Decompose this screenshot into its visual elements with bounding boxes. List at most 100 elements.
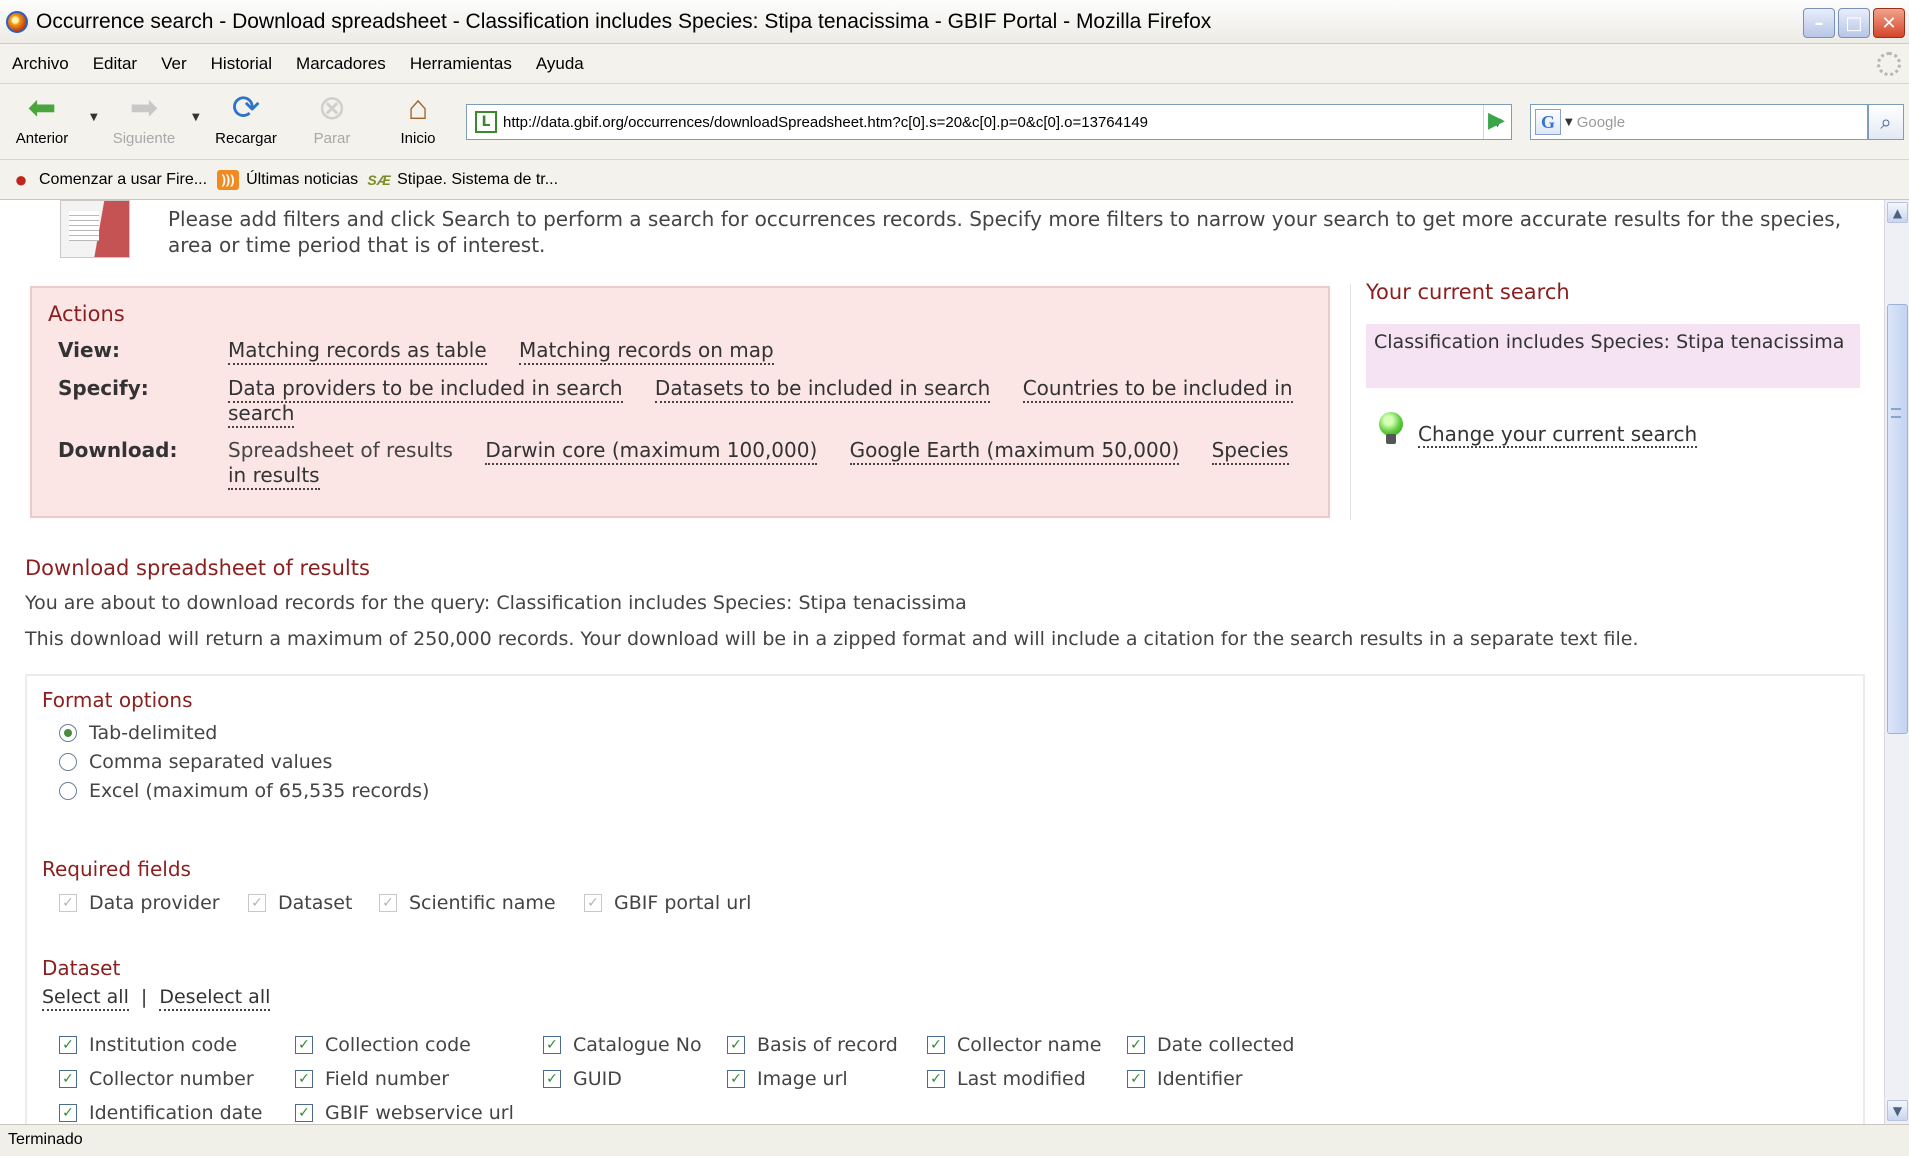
maximize-button[interactable]: □ (1838, 8, 1870, 38)
download-info-text: This download will return a maximum of 2… (25, 628, 1639, 650)
close-button[interactable]: ✕ (1873, 8, 1905, 38)
checkbox-checked[interactable]: ✓ (1127, 1070, 1145, 1088)
checkbox-checked[interactable]: ✓ (927, 1036, 945, 1054)
checkbox-checked[interactable]: ✓ (727, 1070, 745, 1088)
search-placeholder[interactable]: Google (1577, 114, 1625, 131)
download-query-text: You are about to download records for th… (25, 592, 967, 614)
menu-ver[interactable]: Ver (161, 54, 187, 74)
checkbox-checked[interactable]: ✓ (295, 1036, 313, 1054)
home-button[interactable]: ⌂ Inicio (378, 90, 458, 147)
back-arrow-icon: ⬅ (27, 89, 57, 127)
field-image-url[interactable]: ✓ Image url (727, 1068, 848, 1090)
radio-button[interactable] (59, 753, 77, 771)
status-text: Terminado (8, 1131, 83, 1148)
checkbox-label: Catalogue No (573, 1034, 702, 1056)
checkbox-checked[interactable]: ✓ (543, 1070, 561, 1088)
go-arrow-icon[interactable]: ▶ (1488, 108, 1505, 133)
field-collector-number[interactable]: ✓ Collector number (59, 1068, 254, 1090)
back-label: Anterior (15, 130, 69, 147)
radio-button-selected[interactable] (59, 724, 77, 742)
minimize-button[interactable]: – (1803, 8, 1835, 38)
checkbox-label: GBIF portal url (614, 892, 752, 914)
bookmarks-toolbar: ● Comenzar a usar Fire... ))) Últimas no… (0, 160, 1909, 200)
search-bar[interactable]: G ▼ Google (1530, 104, 1868, 140)
checkbox-disabled: ✓ (59, 894, 77, 912)
deselect-all-link[interactable]: Deselect all (159, 986, 271, 1011)
link-data-providers[interactable]: Data providers to be included in search (228, 376, 623, 403)
stop-button[interactable]: ⊗ Parar (292, 90, 372, 147)
radio-excel[interactable]: Excel (maximum of 65,535 records) (59, 780, 429, 802)
required-fields-title: Required fields (42, 857, 191, 881)
checkbox-label: Image url (757, 1068, 848, 1090)
address-bar[interactable]: L http://data.gbif.org/occurrences/downl… (466, 104, 1512, 140)
checkbox-checked[interactable]: ✓ (59, 1036, 77, 1054)
field-date-collected[interactable]: ✓ Date collected (1127, 1034, 1294, 1056)
menu-archivo[interactable]: Archivo (12, 54, 69, 74)
bookmark-stipae[interactable]: SÆ Stipae. Sistema de tr... (367, 170, 558, 190)
forward-button[interactable]: ➡ Siguiente (104, 90, 184, 147)
menu-ayuda[interactable]: Ayuda (536, 54, 584, 74)
menu-marcadores[interactable]: Marcadores (296, 54, 386, 74)
rss-feed-icon: ))) (217, 169, 240, 190)
engine-dropdown-icon[interactable]: ▼ (1565, 117, 1573, 128)
scroll-up-arrow-icon[interactable]: ▲ (1887, 202, 1908, 223)
scrollbar-thumb[interactable] (1887, 304, 1908, 734)
link-datasets[interactable]: Datasets to be included in search (654, 376, 991, 403)
address-url[interactable]: http://data.gbif.org/occurrences/downloa… (503, 114, 1148, 131)
checkbox-checked[interactable]: ✓ (59, 1104, 77, 1122)
checkbox-checked[interactable]: ✓ (59, 1070, 77, 1088)
field-catalogue-no[interactable]: ✓ Catalogue No (543, 1034, 702, 1056)
link-google-earth[interactable]: Google Earth (maximum 50,000) (849, 438, 1180, 465)
checkbox-checked[interactable]: ✓ (295, 1070, 313, 1088)
radio-csv[interactable]: Comma separated values (59, 751, 332, 773)
firefox-icon (6, 10, 28, 33)
link-records-map[interactable]: Matching records on map (519, 338, 774, 365)
menu-editar[interactable]: Editar (93, 54, 137, 74)
field-institution-code[interactable]: ✓ Institution code (59, 1034, 237, 1056)
field-collection-code[interactable]: ✓ Collection code (295, 1034, 471, 1056)
checkbox-checked[interactable]: ✓ (1127, 1036, 1145, 1054)
checkbox-checked[interactable]: ✓ (295, 1104, 313, 1122)
checkbox-label: Scientific name (409, 892, 556, 914)
actions-title: Actions (48, 302, 125, 326)
back-history-dropdown[interactable]: ▼ (90, 112, 98, 123)
checkbox-label: Collection code (325, 1034, 471, 1056)
scroll-down-arrow-icon[interactable]: ▼ (1887, 1100, 1908, 1121)
radio-tab-delimited[interactable]: Tab-delimited (59, 722, 217, 744)
change-search-link[interactable]: Change your current search (1418, 422, 1698, 448)
search-magnifier-button[interactable]: ⌕ (1868, 104, 1904, 140)
select-separator: | (140, 986, 148, 1008)
checkbox-disabled: ✓ (248, 894, 266, 912)
checkbox-checked[interactable]: ✓ (927, 1070, 945, 1088)
required-data-provider: ✓ Data provider (59, 892, 220, 914)
field-identification-date[interactable]: ✓ Identification date (59, 1102, 262, 1124)
link-darwin-core[interactable]: Darwin core (maximum 100,000) (485, 438, 818, 465)
menu-historial[interactable]: Historial (211, 54, 272, 74)
menu-herramientas[interactable]: Herramientas (410, 54, 512, 74)
checkbox-checked[interactable]: ✓ (727, 1036, 745, 1054)
vertical-scrollbar[interactable]: ▲ ▼ (1884, 200, 1909, 1124)
link-records-table[interactable]: Matching records as table (228, 338, 487, 365)
checkbox-label: Data provider (89, 892, 220, 914)
radio-button[interactable] (59, 782, 77, 800)
download-label: Download: (58, 438, 178, 462)
field-basis-of-record[interactable]: ✓ Basis of record (727, 1034, 898, 1056)
field-guid[interactable]: ✓ GUID (543, 1068, 622, 1090)
firefox-bookmark-icon: ● (14, 166, 28, 192)
field-last-modified[interactable]: ✓ Last modified (927, 1068, 1086, 1090)
field-field-number[interactable]: ✓ Field number (295, 1068, 449, 1090)
back-button[interactable]: ⬅ Anterior (2, 90, 82, 147)
checkbox-checked[interactable]: ✓ (543, 1036, 561, 1054)
field-collector-name[interactable]: ✓ Collector name (927, 1034, 1101, 1056)
bookmark-latest-news[interactable]: ))) Últimas noticias (217, 169, 359, 190)
forward-arrow-icon: ➡ (129, 89, 159, 127)
forward-history-dropdown[interactable]: ▼ (192, 112, 200, 123)
select-all-link[interactable]: Select all (42, 986, 129, 1011)
field-gbif-webservice-url[interactable]: ✓ GBIF webservice url (295, 1102, 514, 1124)
field-identifier[interactable]: ✓ Identifier (1127, 1068, 1243, 1090)
actions-panel: Actions View: Matching records as table … (30, 286, 1330, 518)
bookmark-getting-started[interactable]: ● Comenzar a usar Fire... (10, 166, 207, 192)
google-engine-icon[interactable]: G (1535, 109, 1561, 135)
bookmark-label: Últimas noticias (246, 170, 359, 188)
reload-button[interactable]: ⟳ Recargar (206, 90, 286, 147)
